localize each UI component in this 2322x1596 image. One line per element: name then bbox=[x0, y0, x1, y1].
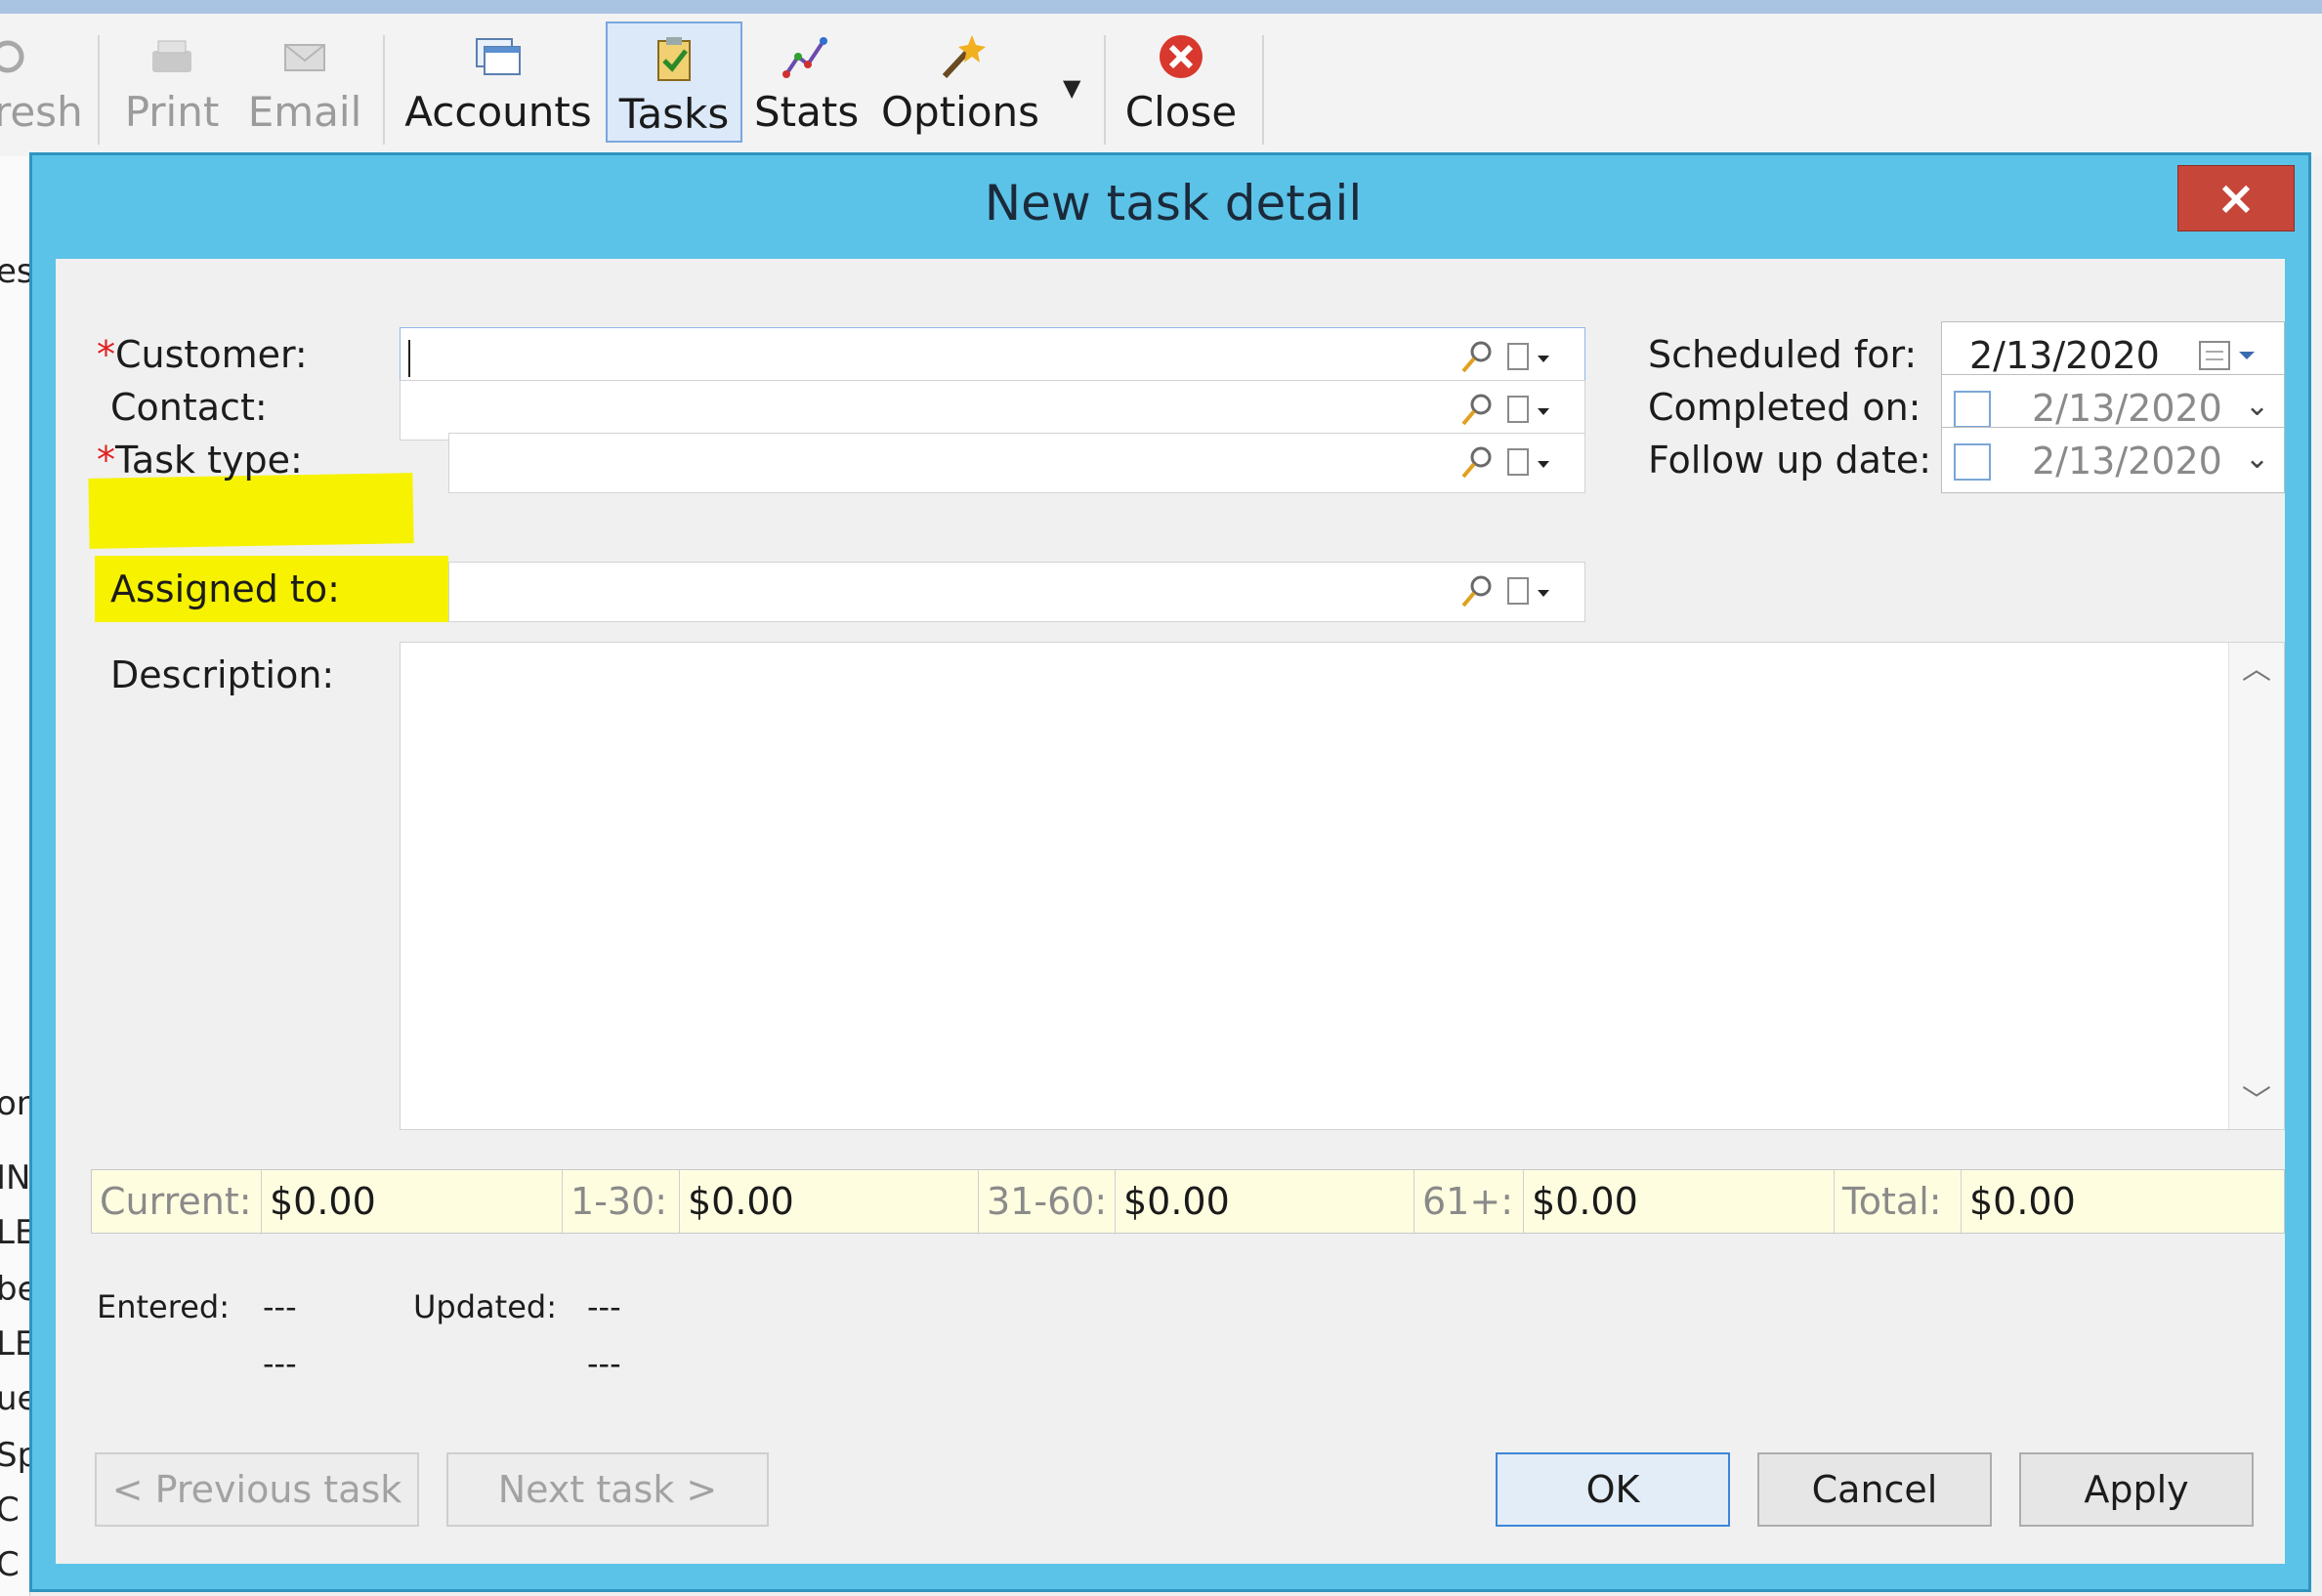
updated-value-secondary: --- bbox=[587, 1345, 621, 1382]
aging-1-30-label: 1-30: bbox=[563, 1170, 680, 1233]
chevron-down-icon[interactable]: ⌄ bbox=[2245, 441, 2269, 476]
lookup-menu-icon[interactable] bbox=[1504, 443, 1559, 483]
aging-summary-bar: Current: $0.00 1-30: $0.00 31-60: $0.00 … bbox=[91, 1169, 2285, 1234]
aging-current-label: Current: bbox=[92, 1170, 262, 1233]
description-label: Description: bbox=[110, 653, 335, 696]
required-mark: * bbox=[97, 333, 115, 376]
entered-label: Entered: bbox=[97, 1288, 230, 1325]
options-button[interactable]: Options bbox=[877, 21, 1043, 143]
next-task-button[interactable]: Next task > bbox=[446, 1452, 769, 1527]
contact-label: Contact: bbox=[110, 386, 268, 429]
apply-button[interactable]: Apply bbox=[2019, 1452, 2254, 1527]
tasks-clipboard-icon bbox=[657, 37, 691, 81]
printer-icon bbox=[152, 40, 191, 72]
updated-value: --- bbox=[587, 1288, 621, 1325]
toolbar-separator bbox=[1262, 35, 1264, 145]
email-button[interactable]: Email bbox=[244, 21, 365, 143]
close-button[interactable]: Close bbox=[1123, 21, 1239, 143]
search-icon[interactable] bbox=[1457, 572, 1497, 611]
background-app-list: es on IN LE be LE ue Sp C C bbox=[0, 156, 38, 1596]
aging-1-30-value: $0.00 bbox=[680, 1170, 979, 1233]
follow-up-date-picker[interactable]: 2/13/2020 ⌄ bbox=[1941, 427, 2285, 493]
accounts-button[interactable]: Accounts bbox=[404, 21, 592, 143]
follow-up-date-label: Follow up date: bbox=[1648, 439, 1932, 482]
background-text: IN bbox=[0, 1158, 31, 1197]
aging-61-plus-value: $0.00 bbox=[1524, 1170, 1835, 1233]
scroll-down-icon[interactable]: ﹀ bbox=[2229, 1074, 2284, 1129]
scroll-up-icon[interactable]: ︿ bbox=[2229, 643, 2284, 697]
aging-current-value: $0.00 bbox=[262, 1170, 563, 1233]
aging-31-60-value: $0.00 bbox=[1116, 1170, 1414, 1233]
lookup-menu-icon[interactable] bbox=[1504, 391, 1559, 430]
window-top-strip bbox=[0, 0, 2322, 14]
updated-label: Updated: bbox=[413, 1288, 557, 1325]
chevron-down-icon[interactable]: ⌄ bbox=[2245, 389, 2269, 423]
task-type-highlight bbox=[88, 473, 414, 549]
toolbar: resh Print Email Accounts Tasks Stats Op… bbox=[0, 14, 2322, 156]
previous-task-button[interactable]: < Previous task bbox=[95, 1452, 419, 1527]
scheduled-for-label: Scheduled for: bbox=[1648, 333, 1918, 376]
accounts-icon bbox=[476, 38, 521, 75]
refresh-button[interactable]: resh bbox=[0, 21, 83, 143]
new-task-dialog: New task detail × *Customer: Contact: *T… bbox=[29, 152, 2311, 1592]
required-mark: * bbox=[97, 439, 115, 482]
ok-button[interactable]: OK bbox=[1496, 1452, 1730, 1527]
refresh-icon bbox=[0, 40, 24, 73]
entered-value: --- bbox=[263, 1288, 297, 1325]
dialog-body: *Customer: Contact: *Task type: Assigned… bbox=[56, 259, 2285, 1564]
calendar-dropdown-icon[interactable] bbox=[2196, 338, 2270, 373]
background-text: C bbox=[0, 1545, 20, 1584]
completed-on-checkbox[interactable] bbox=[1954, 391, 1991, 428]
cancel-button[interactable]: Cancel bbox=[1757, 1452, 1992, 1527]
aging-total-value: $0.00 bbox=[1969, 1180, 2076, 1223]
background-text: C bbox=[0, 1491, 20, 1530]
lookup-menu-icon[interactable] bbox=[1504, 338, 1559, 377]
dialog-title: New task detail bbox=[984, 175, 1363, 231]
lookup-menu-icon[interactable] bbox=[1504, 572, 1559, 611]
toolbar-separator bbox=[98, 35, 100, 145]
toolbar-separator bbox=[383, 35, 385, 145]
stats-chart-icon bbox=[782, 37, 827, 78]
task-type-input[interactable] bbox=[448, 433, 1585, 493]
options-wand-icon bbox=[942, 35, 986, 79]
completed-on-label: Completed on: bbox=[1648, 386, 1921, 429]
aging-61-plus-label: 61+: bbox=[1414, 1170, 1524, 1233]
search-icon[interactable] bbox=[1457, 338, 1497, 377]
options-dropdown-arrow-icon[interactable]: ▼ bbox=[1063, 74, 1080, 102]
task-type-label: *Task type: bbox=[97, 439, 303, 482]
customer-label: *Customer: bbox=[97, 333, 308, 376]
stats-button[interactable]: Stats bbox=[754, 21, 859, 143]
assigned-to-label: Assigned to: bbox=[110, 567, 340, 610]
tasks-button[interactable]: Tasks bbox=[606, 21, 742, 143]
assigned-to-input[interactable] bbox=[448, 562, 1585, 622]
text-caret bbox=[408, 340, 410, 377]
customer-input[interactable] bbox=[400, 327, 1585, 388]
contact-input[interactable] bbox=[400, 380, 1585, 441]
aging-31-60-label: 31-60: bbox=[979, 1170, 1116, 1233]
follow-up-checkbox[interactable] bbox=[1954, 443, 1991, 481]
aging-total-label: Total: bbox=[1835, 1170, 1962, 1233]
email-icon bbox=[284, 44, 325, 71]
close-circle-icon bbox=[1160, 35, 1203, 78]
description-scrollbar[interactable]: ︿ ﹀ bbox=[2228, 643, 2284, 1129]
search-icon[interactable] bbox=[1457, 391, 1497, 430]
description-textarea[interactable]: ︿ ﹀ bbox=[400, 642, 2285, 1130]
search-icon[interactable] bbox=[1457, 443, 1497, 483]
toolbar-separator bbox=[1104, 35, 1106, 145]
entered-value-secondary: --- bbox=[263, 1345, 297, 1382]
print-button[interactable]: Print bbox=[117, 21, 227, 143]
dialog-close-button[interactable]: × bbox=[2177, 165, 2295, 231]
